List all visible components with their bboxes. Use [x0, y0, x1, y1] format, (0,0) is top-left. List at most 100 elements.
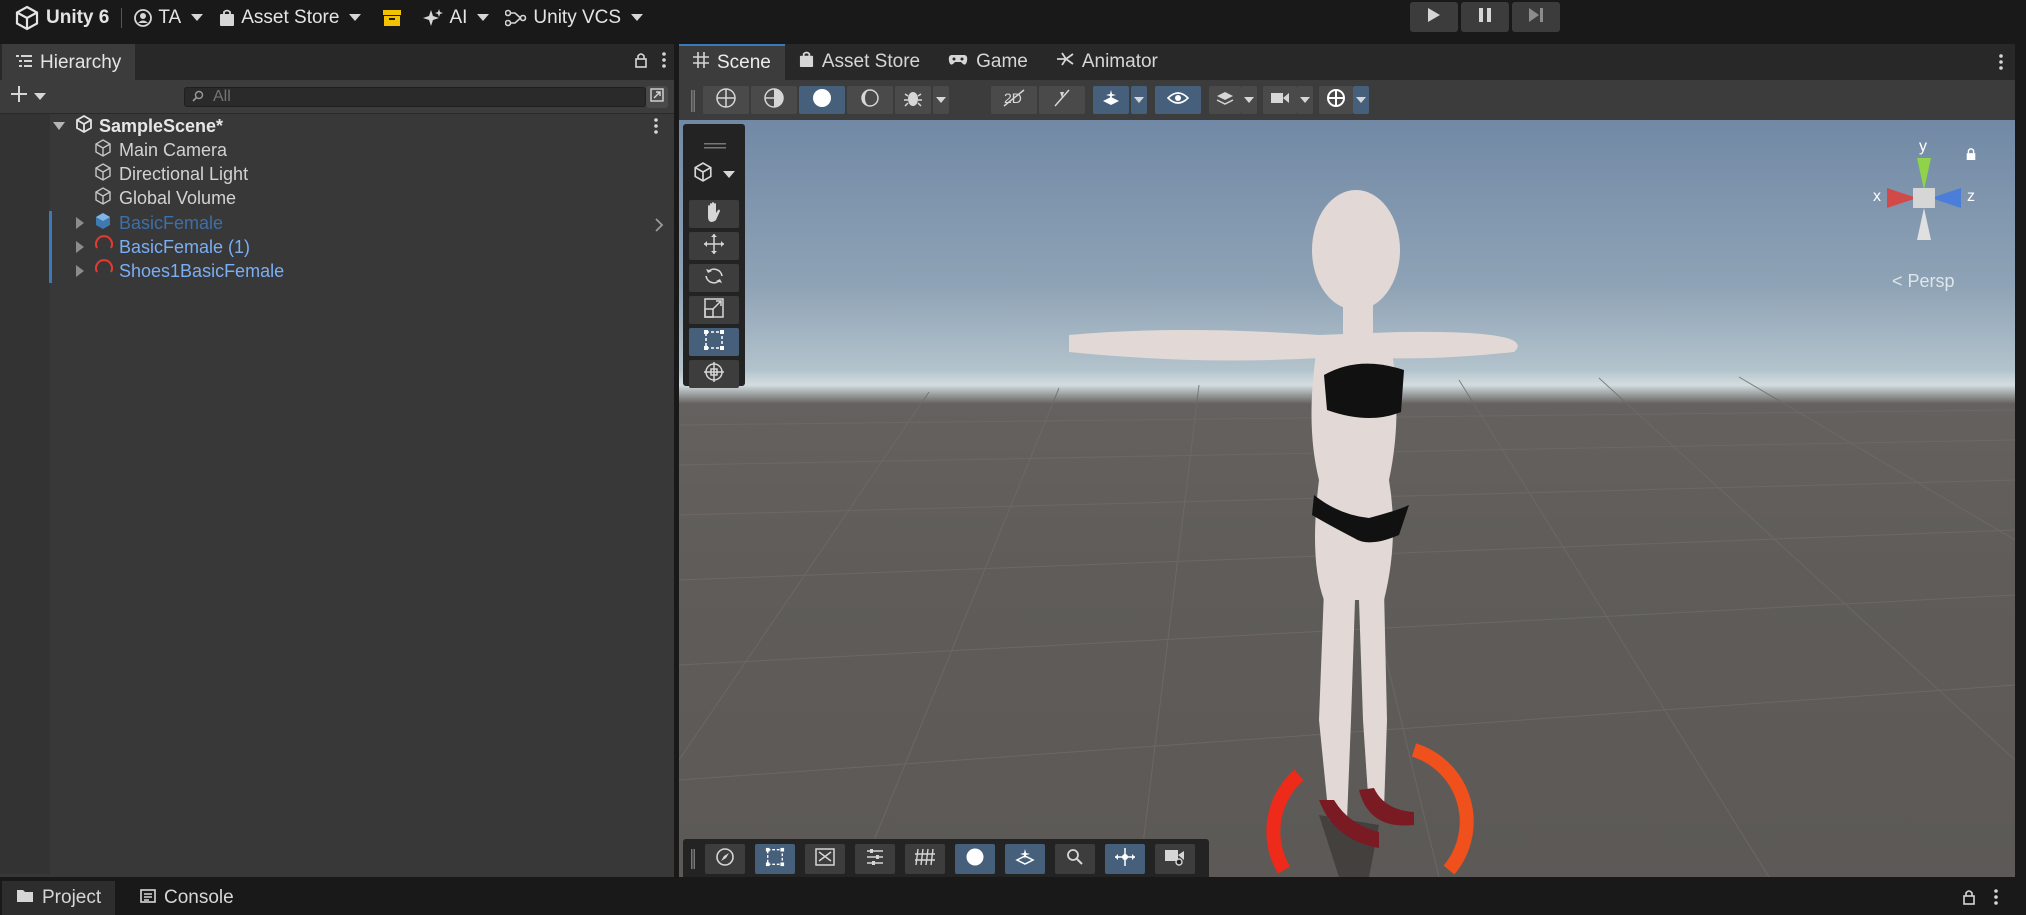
expand-arrow-icon[interactable] [76, 241, 84, 253]
character-model[interactable] [679, 120, 2015, 877]
notification-button[interactable] [369, 0, 415, 35]
ui-toolkit-button[interactable] [805, 844, 845, 874]
asset-store-dropdown[interactable]: Asset Store [211, 0, 369, 35]
expand-arrow-icon[interactable] [53, 122, 65, 130]
list-item[interactable]: Shoes1BasicFemale [0, 258, 672, 283]
tab-animator[interactable]: Animator [1042, 44, 1172, 80]
lock-icon[interactable] [1962, 889, 1976, 910]
drag-handle-icon[interactable] [704, 134, 726, 154]
wireframe-button[interactable] [703, 86, 749, 114]
tab-scene[interactable]: Scene [679, 44, 785, 80]
lock-icon[interactable] [1965, 146, 1977, 166]
hand-tool-button[interactable] [689, 200, 739, 228]
camera-overlay-button[interactable] [1155, 844, 1195, 874]
bag-icon [219, 9, 235, 27]
hierarchy-search[interactable] [184, 87, 646, 107]
scene-row[interactable]: SampleScene* [0, 114, 672, 138]
gizmos-dropdown[interactable] [1353, 86, 1369, 114]
step-button[interactable] [1512, 2, 1560, 32]
tab-game[interactable]: Game [934, 44, 1042, 80]
grid-icon [693, 52, 709, 74]
visibility-toggle[interactable] [1155, 86, 1201, 114]
chevron-right-icon[interactable] [654, 216, 664, 237]
effects-overlay-button[interactable] [1005, 844, 1045, 874]
scale-tool-button[interactable] [689, 296, 739, 324]
grid-snap-button[interactable] [905, 844, 945, 874]
tool-settings-button[interactable] [855, 844, 895, 874]
vcs-dropdown[interactable]: Unity VCS [497, 0, 651, 35]
pause-button[interactable] [1461, 2, 1509, 32]
expand-arrow-icon[interactable] [76, 217, 84, 229]
chevron-left-icon: < [1892, 271, 1903, 291]
gizmos-toggle[interactable] [1319, 86, 1353, 114]
drag-handle-icon[interactable] [691, 849, 695, 874]
chevron-down-icon [631, 14, 644, 21]
tab-label: Game [976, 51, 1028, 72]
shaded-wireframe-button[interactable] [751, 86, 797, 114]
account-icon [134, 8, 153, 27]
rect-gizmo-button[interactable] [755, 844, 795, 874]
pivot-button[interactable] [1105, 844, 1145, 874]
draw-mode-button[interactable] [955, 844, 995, 874]
tab-label: Console [164, 887, 234, 908]
transform-tool-button[interactable] [689, 360, 739, 388]
tab-console[interactable]: Console [126, 881, 248, 915]
camera-settings-button[interactable] [1263, 86, 1297, 114]
2d-toggle[interactable]: 2D [991, 86, 1037, 114]
tab-project[interactable]: Project [2, 881, 116, 915]
play-button[interactable] [1410, 2, 1458, 32]
scene-more-icon[interactable] [654, 118, 658, 139]
list-item[interactable]: BasicFemale (1) [0, 234, 672, 259]
search-scene-button[interactable] [1055, 844, 1095, 874]
effects-toggle[interactable] [1093, 86, 1129, 114]
more-options-icon[interactable] [1999, 54, 2003, 75]
ai-dropdown[interactable]: AI [415, 0, 497, 35]
scene-viewport[interactable]: y x z < Persp [679, 120, 2015, 877]
lighting-toggle[interactable] [1039, 86, 1085, 114]
camera-eye-icon [1164, 848, 1186, 871]
account-dropdown[interactable]: TA [126, 0, 211, 35]
axis-x-label: x [1873, 188, 1881, 205]
unity-menu[interactable]: Unity 6 [0, 0, 117, 35]
search-options-button[interactable] [646, 86, 668, 108]
list-item[interactable]: BasicFemale [0, 211, 672, 235]
debug-draw-dropdown[interactable] [933, 86, 949, 114]
rect-tool-button[interactable] [689, 328, 739, 356]
tab-label: Animator [1081, 51, 1158, 72]
compass-icon [715, 847, 735, 872]
layers-dropdown[interactable] [1241, 86, 1257, 114]
lock-icon[interactable] [634, 52, 648, 73]
search-input[interactable] [213, 88, 593, 106]
projection-toggle[interactable]: < Persp [1892, 271, 1955, 292]
tool-mode-dropdown[interactable] [693, 162, 735, 187]
unlit-button[interactable] [847, 86, 893, 114]
debug-draw-button[interactable] [895, 86, 931, 114]
effects-dropdown[interactable] [1131, 86, 1147, 114]
effects-icon [1101, 89, 1121, 112]
list-item[interactable]: Global Volume [0, 186, 672, 210]
layers-toggle[interactable] [1209, 86, 1241, 114]
more-options-icon[interactable] [1994, 889, 1998, 910]
drag-handle-icon[interactable] [691, 90, 695, 117]
orientation-gizmo[interactable]: y x z [1869, 138, 1979, 260]
more-options-icon[interactable] [662, 52, 666, 73]
tab-hierarchy[interactable]: Hierarchy [2, 44, 136, 80]
vcs-label: Unity VCS [533, 6, 622, 28]
list-item[interactable]: Main Camera [0, 138, 672, 162]
shaded-button[interactable] [799, 86, 845, 114]
inbox-icon [383, 9, 402, 26]
camera-dropdown[interactable] [1297, 86, 1313, 114]
rotate-tool-button[interactable] [689, 264, 739, 292]
move-tool-button[interactable] [689, 232, 739, 260]
expand-icon [650, 87, 664, 107]
projection-label: Persp [1907, 271, 1955, 291]
rect-icon [765, 847, 785, 872]
list-item[interactable]: Directional Light [0, 162, 672, 186]
create-button[interactable] [10, 85, 46, 108]
tab-asset-store[interactable]: Asset Store [785, 44, 934, 80]
playmode-controls [1410, 2, 1560, 32]
gameobject-icon [94, 186, 112, 210]
orientation-button[interactable] [705, 844, 745, 874]
expand-arrow-icon[interactable] [76, 265, 84, 277]
item-label: BasicFemale (1) [119, 236, 251, 257]
